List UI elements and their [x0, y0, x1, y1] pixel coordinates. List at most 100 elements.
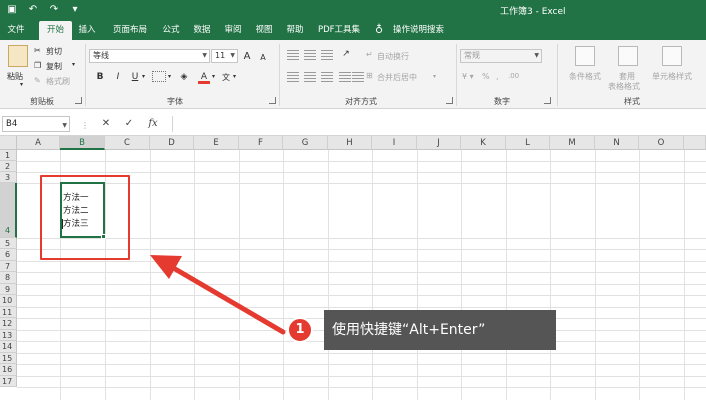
row-header-12[interactable]: 12 [0, 318, 17, 330]
tab-file[interactable]: 文件 [4, 21, 28, 40]
tab-pdf-tools[interactable]: PDF工具集 [313, 21, 365, 40]
border-icon[interactable] [152, 71, 166, 82]
align-top-icon[interactable] [287, 50, 299, 60]
format-painter-button[interactable]: 格式刷 [46, 76, 70, 87]
decrease-indent-icon[interactable] [339, 72, 351, 82]
phonetic-icon[interactable]: 文 [220, 71, 232, 84]
align-bottom-icon[interactable] [321, 50, 333, 60]
cell-styles-icon[interactable] [662, 46, 682, 66]
select-all-corner[interactable] [0, 136, 17, 150]
comma-button[interactable]: , [496, 72, 499, 81]
column-header-i[interactable]: I [372, 136, 417, 150]
row-header-9[interactable]: 9 [0, 284, 17, 295]
tab-review[interactable]: 审阅 [219, 21, 247, 40]
underline-button[interactable]: U [129, 71, 141, 84]
font-name-dropdown[interactable]: 等线 ▼ [89, 49, 210, 63]
enter-icon[interactable]: ✓ [122, 116, 136, 132]
cut-button[interactable]: 剪切 [46, 46, 62, 57]
alignment-launcher-icon[interactable] [446, 97, 453, 104]
copy-icon[interactable]: ❐ [34, 61, 41, 70]
row-header-5[interactable]: 5 [0, 238, 17, 249]
wrap-text-button[interactable]: 自动换行 [377, 51, 409, 62]
fill-color-icon[interactable]: ◈ [178, 71, 190, 84]
currency-icon[interactable]: ¥ ▾ [462, 72, 474, 81]
column-header-j[interactable]: J [417, 136, 461, 150]
column-header-b[interactable]: B [60, 136, 105, 150]
number-format-dropdown[interactable]: 常规 ▼ [460, 49, 542, 63]
row-header-1[interactable]: 1 [0, 150, 17, 161]
paste-icon[interactable] [8, 45, 28, 67]
font-color-button[interactable]: A [198, 71, 210, 84]
increase-indent-icon[interactable] [352, 72, 364, 82]
italic-button[interactable]: I [112, 71, 124, 84]
splitter-icon[interactable]: ⋮ [81, 121, 89, 130]
column-header-n[interactable]: N [595, 136, 639, 150]
align-right-icon[interactable] [321, 72, 333, 82]
row-header-14[interactable]: 14 [0, 341, 17, 353]
column-header-d[interactable]: D [150, 136, 194, 150]
align-left-icon[interactable] [287, 72, 299, 82]
tab-data[interactable]: 数据 [188, 21, 216, 40]
save-icon[interactable]: ▣ [6, 3, 18, 17]
orientation-icon[interactable]: ↗ [339, 48, 353, 61]
merge-icon[interactable]: ⊞ [366, 71, 373, 80]
align-middle-icon[interactable] [304, 50, 316, 60]
undo-icon[interactable]: ↶ [27, 3, 39, 17]
percent-button[interactable]: % [482, 72, 490, 81]
row-header-6[interactable]: 6 [0, 249, 17, 261]
row-header-3[interactable]: 3 [0, 172, 17, 183]
column-header-g[interactable]: G [283, 136, 328, 150]
column-header-o[interactable]: O [639, 136, 684, 150]
customize-qat-icon[interactable]: ▾ [69, 3, 81, 17]
row-header-17[interactable]: 17 [0, 376, 17, 387]
name-box[interactable]: B4 ▼ [2, 116, 70, 132]
tell-me-search[interactable]: 操作说明搜索 [393, 21, 444, 40]
shrink-font-button[interactable]: A [257, 51, 269, 64]
tab-formulas[interactable]: 公式 [157, 21, 185, 40]
tab-page-layout[interactable]: 页面布局 [106, 21, 154, 40]
copy-button[interactable]: 复制 [46, 61, 62, 72]
row-header-13[interactable]: 13 [0, 330, 17, 341]
format-as-table-button-line2[interactable]: 表格格式 [608, 81, 640, 92]
column-header-k[interactable]: K [461, 136, 506, 150]
conditional-format-button[interactable]: 条件格式 [569, 71, 601, 82]
tab-view[interactable]: 视图 [250, 21, 278, 40]
tab-home[interactable]: 开始 [39, 21, 72, 40]
column-header-h[interactable]: H [328, 136, 372, 150]
clipboard-launcher-icon[interactable] [75, 97, 82, 104]
row-header-16[interactable]: 16 [0, 364, 17, 376]
lightbulb-icon[interactable]: ♁ [375, 23, 387, 37]
row-header-11[interactable]: 11 [0, 307, 17, 318]
column-header-next[interactable] [684, 136, 706, 150]
row-header-4[interactable]: 4 [0, 183, 17, 238]
column-header-m[interactable]: M [550, 136, 595, 150]
row-header-2[interactable]: 2 [0, 161, 17, 172]
column-header-e[interactable]: E [194, 136, 239, 150]
scissors-icon[interactable]: ✂ [34, 46, 41, 55]
bold-button[interactable]: B [94, 71, 106, 84]
wrap-text-icon[interactable]: ↵ [366, 50, 373, 59]
brush-icon[interactable]: ✎ [34, 76, 41, 85]
font-size-dropdown[interactable]: 11 ▼ [211, 49, 238, 63]
insert-function-icon[interactable]: fx [146, 116, 160, 132]
grow-font-button[interactable]: A [241, 50, 253, 63]
cell-styles-button[interactable]: 单元格样式 [652, 71, 692, 82]
number-launcher-icon[interactable] [544, 97, 551, 104]
merge-center-button[interactable]: 合并后居中 [377, 72, 417, 83]
row-header-15[interactable]: 15 [0, 353, 17, 364]
align-center-icon[interactable] [304, 72, 316, 82]
tab-help[interactable]: 帮助 [281, 21, 309, 40]
cancel-icon[interactable]: ✕ [99, 116, 113, 132]
column-header-f[interactable]: F [239, 136, 283, 150]
formula-input[interactable] [172, 116, 706, 132]
row-header-10[interactable]: 10 [0, 295, 17, 307]
column-header-l[interactable]: L [506, 136, 550, 150]
redo-icon[interactable]: ↷ [48, 3, 60, 17]
conditional-format-icon[interactable] [575, 46, 595, 66]
table-format-icon[interactable] [618, 46, 638, 66]
row-header-8[interactable]: 8 [0, 272, 17, 284]
decimal-button[interactable]: .00 [508, 72, 519, 80]
font-launcher-icon[interactable] [269, 97, 276, 104]
row-header-7[interactable]: 7 [0, 261, 17, 272]
column-header-c[interactable]: C [105, 136, 150, 150]
